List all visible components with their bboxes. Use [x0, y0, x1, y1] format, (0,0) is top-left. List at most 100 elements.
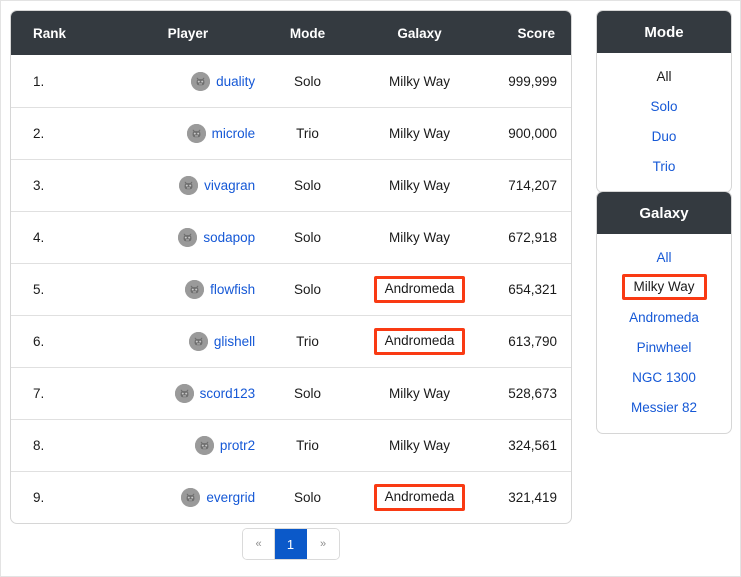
cell-galaxy: Milky Way [389, 73, 451, 89]
cell-player: protr2 [121, 436, 255, 455]
table-row: 1. duality Solo Milky Way 999,999 [11, 55, 571, 107]
filter-highlight-box: Milky Way [621, 273, 707, 301]
cell-mode: Solo [293, 73, 321, 89]
filter-panel-mode-title: Mode [597, 11, 731, 53]
pagination-next-button[interactable]: » [307, 529, 339, 559]
cell-score: 654,321 [508, 282, 557, 297]
cell-rank: 6. [33, 334, 45, 349]
cell-score: 999,999 [508, 73, 557, 89]
player-link[interactable]: protr2 [220, 438, 255, 453]
cell-mode: Solo [293, 386, 321, 401]
player-link[interactable]: sodapop [203, 230, 255, 245]
player-link[interactable]: duality [216, 74, 255, 89]
table-row: 2. microle Trio Milky Way 900,000 [11, 107, 571, 159]
app-viewport: Rank Player Mode Galaxy Score 1. duality S… [0, 0, 741, 577]
column-header-score: Score [517, 25, 555, 41]
table-row: 5. flowfish Solo Andromeda 654,321 [11, 263, 571, 315]
cell-mode: Solo [293, 282, 321, 297]
cell-galaxy: Andromeda [360, 328, 480, 355]
pagination: « 1 » [10, 528, 572, 560]
table-row: 8. protr2 Trio Milky Way 324,561 [11, 419, 571, 471]
robot-avatar-icon [194, 436, 214, 455]
robot-avatar-icon [181, 488, 201, 507]
filter-galaxy-item-pinwheel[interactable]: Pinwheel [597, 332, 731, 362]
column-header-rank: Rank [33, 25, 67, 41]
pagination-prev-button[interactable]: « [243, 529, 275, 559]
filter-galaxy-item-andromeda[interactable]: Andromeda [597, 302, 731, 332]
cell-rank: 8. [33, 438, 45, 453]
cell-rank: 7. [33, 386, 45, 401]
robot-avatar-icon [178, 228, 198, 247]
filter-galaxy-item-messier-82[interactable]: Messier 82 [597, 392, 731, 422]
cell-player: duality [121, 71, 255, 91]
cell-score: 714,207 [508, 178, 557, 193]
cell-galaxy: Milky Way [389, 386, 451, 401]
table-body: 1. duality Solo Milky Way 999,999 2. microle Tr… [11, 55, 571, 523]
cell-rank: 5. [33, 282, 45, 297]
table-row: 4. sodapop Solo Milky Way 672,918 [11, 211, 571, 263]
filter-galaxy-item-milky-way[interactable]: Milky Way [597, 272, 731, 302]
galaxy-highlight-box: Andromeda [373, 276, 466, 303]
player-link[interactable]: glishell [214, 334, 255, 349]
filter-galaxy-item-all[interactable]: All [597, 242, 731, 272]
cell-rank: 2. [33, 126, 45, 141]
robot-avatar-icon [188, 332, 208, 351]
filter-panel-galaxy: Galaxy All Milky Way Andromeda Pinwheel NGC … [596, 191, 732, 434]
cell-rank: 9. [33, 490, 45, 505]
table-row: 3. vivagran Solo Milky Way 714,207 [11, 159, 571, 211]
cell-rank: 4. [33, 230, 45, 245]
cell-galaxy: Milky Way [389, 126, 451, 141]
cell-galaxy: Milky Way [389, 438, 451, 453]
cell-score: 528,673 [508, 386, 557, 401]
filter-mode-item-trio[interactable]: Trio [597, 151, 731, 181]
cell-mode: Solo [293, 230, 321, 245]
robot-avatar-icon [191, 71, 211, 91]
table-row: 6. glishell Trio Andromeda 613,790 [11, 315, 571, 367]
cell-rank: 3. [33, 178, 45, 193]
pagination-page-1-button[interactable]: 1 [275, 529, 307, 559]
cell-player: microle [121, 124, 255, 143]
column-header-galaxy: Galaxy [397, 25, 442, 41]
player-link[interactable]: scord123 [200, 386, 256, 401]
robot-avatar-icon [174, 384, 194, 403]
filter-mode-item-duo[interactable]: Duo [597, 121, 731, 151]
cell-player: glishell [121, 332, 255, 351]
cell-player: scord123 [121, 384, 255, 403]
filter-panel-galaxy-title: Galaxy [597, 192, 731, 234]
cell-player: evergrid [121, 488, 255, 507]
cell-score: 321,419 [508, 490, 557, 505]
cell-mode: Trio [296, 438, 319, 453]
robot-avatar-icon [185, 280, 205, 299]
player-link[interactable]: vivagran [204, 178, 255, 193]
cell-score: 324,561 [508, 438, 557, 453]
cell-rank: 1. [33, 73, 45, 89]
filter-panel-mode: Mode All Solo Duo Trio [596, 10, 732, 193]
cell-player: sodapop [121, 228, 255, 247]
cell-mode: Trio [296, 334, 319, 349]
pagination-group: « 1 » [242, 528, 340, 560]
cell-galaxy: Andromeda [360, 276, 480, 303]
cell-score: 900,000 [508, 126, 557, 141]
player-link[interactable]: microle [212, 126, 256, 141]
cell-player: flowfish [121, 280, 255, 299]
filter-mode-item-solo[interactable]: Solo [597, 91, 731, 121]
column-header-mode: Mode [289, 25, 326, 41]
player-link[interactable]: evergrid [206, 490, 255, 505]
cell-player: vivagran [121, 176, 255, 195]
table-header-row: Rank Player Mode Galaxy Score [11, 11, 571, 55]
robot-avatar-icon [179, 176, 199, 195]
filter-panel-mode-list: All Solo Duo Trio [597, 53, 731, 192]
filter-galaxy-item-ngc-1300[interactable]: NGC 1300 [597, 362, 731, 392]
column-header-player: Player [167, 25, 209, 41]
galaxy-highlight-box: Andromeda [373, 484, 466, 511]
filter-mode-item-all[interactable]: All [597, 61, 731, 91]
cell-score: 613,790 [508, 334, 557, 349]
galaxy-highlight-box: Andromeda [373, 328, 466, 355]
filter-panel-galaxy-list: All Milky Way Andromeda Pinwheel NGC 1300 Mes… [597, 234, 731, 433]
cell-galaxy: Milky Way [389, 178, 451, 193]
player-link[interactable]: flowfish [210, 282, 255, 297]
table-row: 9. evergrid Solo Andromeda 321,419 [11, 471, 571, 523]
cell-galaxy: Milky Way [389, 230, 451, 245]
cell-galaxy: Andromeda [360, 484, 480, 511]
table-row: 7. scord123 Solo Milky Way 528,673 [11, 367, 571, 419]
